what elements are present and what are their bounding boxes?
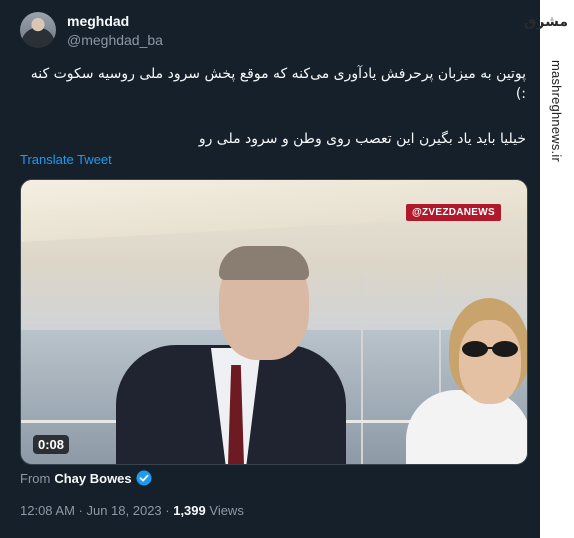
tweet-text-line2: خیلیا باید یاد بگیرن این تعصب روی وطن و … bbox=[198, 131, 526, 147]
avatar[interactable] bbox=[20, 12, 56, 48]
from-prefix: From bbox=[20, 470, 51, 486]
person-hair bbox=[219, 246, 309, 280]
site-logo: مشرق bbox=[523, 14, 568, 30]
video-duration: 0:08 bbox=[33, 435, 70, 454]
tweet-card: meghdad @meghdad_ba پوتین به میزبان پرحر… bbox=[0, 0, 540, 538]
video-source: From Chay Bowes bbox=[20, 470, 152, 486]
timestamp-link[interactable]: 12:08 AM · Jun 18, 2023 · bbox=[20, 503, 173, 518]
source-account-link[interactable]: Chay Bowes bbox=[54, 471, 131, 486]
user-handle[interactable]: @meghdad_ba bbox=[67, 32, 163, 48]
sunglasses-icon bbox=[462, 341, 518, 357]
watermark-sidebar: مشرق mashreghnews.ir bbox=[524, 0, 574, 538]
translate-tweet-link[interactable]: Translate Tweet bbox=[20, 152, 112, 167]
pole bbox=[361, 275, 363, 464]
person-face bbox=[459, 320, 521, 404]
video-player[interactable]: @ZVEZDANEWS 0:08 bbox=[20, 179, 528, 465]
person-jacket bbox=[406, 390, 527, 464]
site-url: mashreghnews.ir bbox=[549, 60, 564, 162]
display-name[interactable]: meghdad bbox=[67, 13, 129, 29]
views-count: 1,399 bbox=[173, 503, 206, 518]
tweet-meta: 12:08 AM · Jun 18, 2023 · 1,399 Views bbox=[20, 503, 244, 518]
views-label: Views bbox=[205, 503, 244, 518]
verified-badge-icon bbox=[136, 470, 152, 486]
tweet-text-line1: پوتین به میزبان پرحرفش یادآوری می‌کنه که… bbox=[30, 66, 526, 102]
channel-watermark: @ZVEZDANEWS bbox=[405, 204, 501, 221]
